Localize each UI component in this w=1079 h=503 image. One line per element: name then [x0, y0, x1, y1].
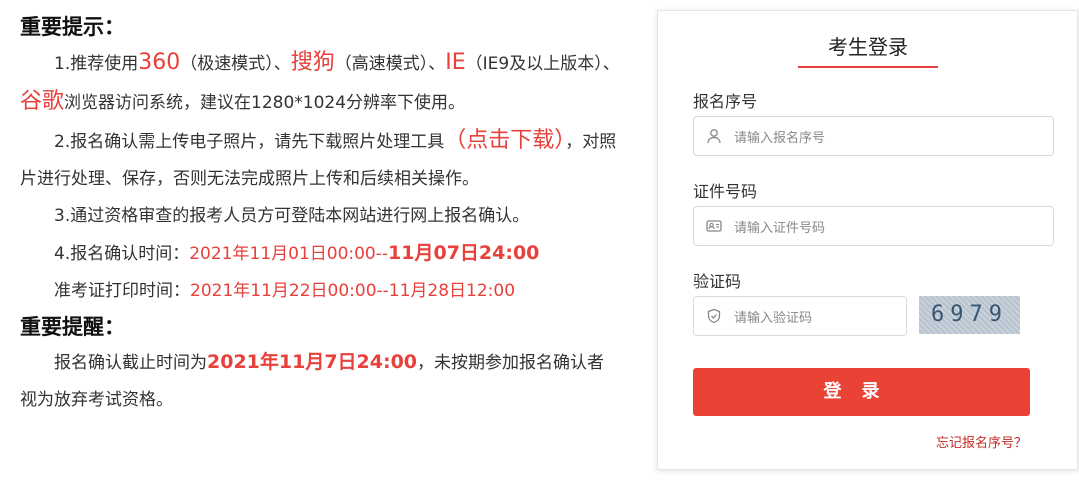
id-number-label: 证件号码 — [693, 182, 758, 201]
notice-item-confirm-time: 4.报名确认时间：2021年11月01日00:00--11月07日24:00 — [20, 235, 620, 273]
notice-text: （IE9及以上版本）、 — [465, 54, 620, 74]
download-tool-link[interactable]: （点击下载） — [444, 128, 565, 153]
captcha-placeholder: 请输入验证码 — [734, 311, 813, 326]
captcha-image[interactable]: 6979 — [919, 296, 1020, 334]
notice-panel: 重要提示： 1.推荐使用360（极速模式）、搜狗（高速模式）、IE（IE9及以上… — [20, 10, 620, 419]
notice-text: 浏览器访问系统，建议在1280*1024分辨率下使用。 — [64, 93, 466, 113]
registration-number-input[interactable]: 请输入报名序号 — [693, 116, 1054, 156]
confirm-start-time: 2021年11月01日00:00-- — [189, 244, 389, 264]
browser-chrome: 谷歌 — [20, 89, 65, 114]
notice-text: 报名确认截止时间为 — [54, 353, 207, 373]
registration-number-label: 报名序号 — [693, 92, 758, 111]
notice-item-print-time: 准考证打印时间：2021年11月22日00:00--11月28日12:00 — [20, 273, 620, 310]
login-title: 考生登录 — [828, 35, 908, 59]
login-panel: 考生登录 报名序号 请输入报名序号 证件号码 请输入证件号码 验证码 请输入验证… — [657, 10, 1078, 470]
notice-item-qualification: 3.通过资格审查的报考人员方可登陆本网站进行网上报名确认。 — [54, 206, 530, 226]
notice-heading-important: 重要提示： — [20, 15, 125, 39]
id-card-icon — [706, 218, 722, 234]
notice-text: 准考证打印时间： — [54, 281, 190, 301]
notice-text: （高速模式）、 — [334, 54, 446, 74]
id-number-input[interactable]: 请输入证件号码 — [693, 206, 1054, 246]
print-time-range: 2021年11月22日00:00--11月28日12:00 — [190, 281, 516, 301]
notice-item-photo: 2.报名确认需上传电子照片，请先下载照片处理工具（点击下载），对照片进行处理、保… — [20, 122, 620, 198]
notice-heading-reminder: 重要提醒： — [20, 315, 125, 339]
shield-icon — [706, 308, 722, 324]
browser-360: 360 — [138, 50, 181, 75]
browser-ie: IE — [445, 50, 466, 75]
notice-item-browsers: 1.推荐使用360（极速模式）、搜狗（高速模式）、IE（IE9及以上版本）、谷歌… — [20, 44, 620, 122]
captcha-label: 验证码 — [693, 272, 742, 291]
deadline-time: 2021年11月7日24:00 — [207, 351, 418, 373]
forgot-number-link[interactable]: 忘记报名序号？ — [936, 432, 1027, 451]
registration-number-placeholder: 请输入报名序号 — [734, 131, 826, 146]
notice-text: 4.报名确认时间： — [54, 244, 190, 264]
login-button[interactable]: 登录 — [693, 368, 1030, 416]
id-number-placeholder: 请输入证件号码 — [734, 221, 826, 236]
notice-text: 2.报名确认需上传电子照片，请先下载照片处理工具 — [54, 132, 445, 152]
notice-text: 1.推荐使用 — [54, 54, 139, 74]
notice-text: （极速模式）、 — [180, 54, 291, 74]
captcha-input[interactable]: 请输入验证码 — [693, 296, 907, 336]
confirm-end-time: 11月07日24:00 — [388, 242, 540, 264]
user-icon — [706, 128, 722, 144]
browser-sogou: 搜狗 — [290, 50, 335, 75]
notice-item-deadline: 报名确认截止时间为2021年11月7日24:00，未按期参加报名确认者视为放弃考… — [20, 344, 620, 419]
title-underline — [798, 66, 938, 68]
